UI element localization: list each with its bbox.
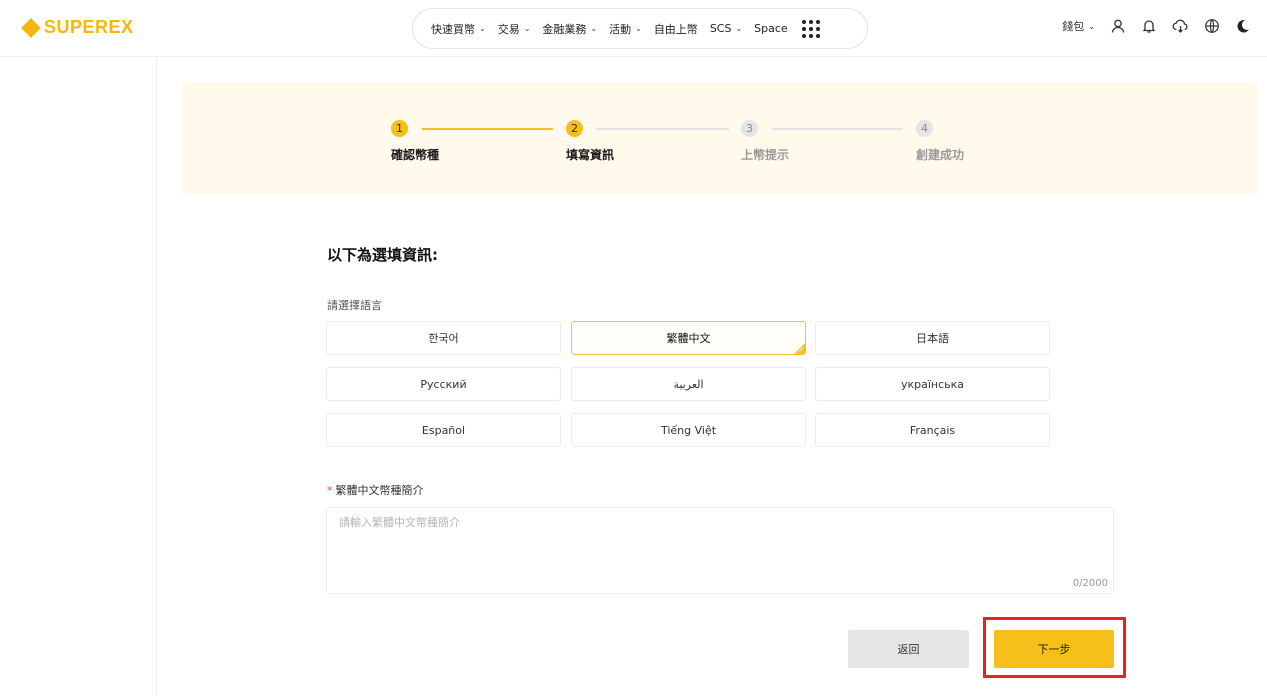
description-label: * 繁體中文幣種簡介 [327, 482, 424, 498]
step-number: 4 [916, 120, 933, 137]
description-field: 0/2000 [326, 507, 1114, 594]
language-option-spanish[interactable]: Español [326, 413, 561, 447]
character-counter: 0/2000 [1072, 578, 1108, 589]
nav-item-label: 自由上幣 [653, 22, 698, 36]
language-option-french[interactable]: Français [815, 413, 1050, 447]
step-label: 上幣提示 [741, 148, 790, 162]
bell-icon[interactable] [1141, 18, 1157, 34]
header-tools: 錢包 ⌄ [1062, 18, 1251, 34]
description-label-text: 繁體中文幣種簡介 [335, 484, 424, 497]
nav-item-activity[interactable]: 活動 ⌄ [609, 21, 642, 37]
check-icon: ✓ [798, 346, 804, 354]
language-option-label: العربية [673, 377, 704, 391]
language-option-label: українська [900, 377, 965, 391]
language-option-label: Français [909, 423, 956, 437]
step-connector [596, 128, 729, 130]
language-option-ukrainian[interactable]: українська [815, 367, 1050, 401]
nav-item-label: 交易 [497, 22, 520, 36]
description-textarea[interactable] [327, 508, 1113, 593]
language-option-label: Español [421, 423, 466, 437]
progress-steps: 1 確認幣種 2 填寫資訊 3 上幣提示 4 創建成功 [182, 82, 1258, 194]
back-button[interactable]: 返回 [848, 630, 969, 668]
language-option-label: 繁體中文 [666, 332, 711, 345]
wallet-menu[interactable]: 錢包 ⌄ [1062, 18, 1095, 34]
nav-item-label: 金融業務 [542, 22, 587, 36]
chevron-down-icon: ⌄ [479, 24, 486, 33]
step-4: 4 創建成功 [916, 120, 964, 162]
step-number: 2 [566, 120, 583, 137]
top-navigation-bar: SUPEREX 快速買幣 ⌄ 交易 ⌄ 金融業務 ⌄ 活動 ⌄ 自由上幣 SCS… [0, 0, 1267, 57]
language-option-japanese[interactable]: 日本語 [815, 321, 1050, 355]
step-number: 1 [391, 120, 408, 137]
step-label: 填寫資訊 [566, 148, 615, 162]
language-label: 請選擇語言 [327, 299, 382, 312]
superex-logo[interactable]: SUPEREX [21, 17, 134, 38]
step-label: 創建成功 [916, 148, 965, 162]
download-cloud-icon[interactable] [1172, 18, 1189, 34]
language-option-label: Русский [420, 377, 467, 391]
step-number: 3 [741, 120, 758, 137]
chevron-down-icon: ⌄ [635, 24, 642, 33]
step-connector [772, 128, 903, 130]
step-connector [422, 128, 553, 130]
wallet-label: 錢包 [1062, 20, 1085, 33]
section-title: 以下為選填資訊: [327, 246, 438, 264]
main-nav: 快速買幣 ⌄ 交易 ⌄ 金融業務 ⌄ 活動 ⌄ 自由上幣 SCS ⌄ Space [412, 8, 868, 49]
language-option-traditional-chinese[interactable]: 繁體中文 ✓ [571, 321, 806, 355]
chevron-down-icon: ⌄ [1088, 21, 1095, 31]
step-1: 1 確認幣種 [391, 120, 439, 162]
nav-item-label: Space [754, 22, 788, 35]
language-option-vietnamese[interactable]: Tiếng Việt [571, 413, 806, 447]
nav-item-label: 活動 [609, 22, 632, 36]
step-label: 確認幣種 [391, 148, 440, 162]
required-marker: * [327, 484, 333, 497]
nav-item-free-listing[interactable]: 自由上幣 [654, 21, 698, 37]
chevron-down-icon: ⌄ [735, 24, 743, 33]
language-option-label: 한국어 [428, 332, 459, 345]
chevron-down-icon: ⌄ [590, 24, 598, 33]
globe-icon[interactable] [1204, 18, 1220, 34]
grid-dots-icon[interactable] [801, 19, 820, 38]
language-option-label: Tiếng Việt [660, 423, 717, 437]
nav-item-finance[interactable]: 金融業務 ⌄ [542, 21, 597, 37]
logo-diamond-icon [21, 17, 41, 38]
moon-icon[interactable] [1235, 18, 1251, 34]
logo-text: SUPEREX [44, 17, 134, 37]
language-option-korean[interactable]: 한국어 [326, 321, 561, 355]
language-option-label: 日本語 [916, 332, 949, 345]
nav-item-space[interactable]: Space [754, 22, 788, 35]
nav-item-label: SCS [709, 22, 732, 35]
user-icon[interactable] [1110, 18, 1126, 34]
step-2: 2 填寫資訊 [566, 120, 614, 162]
language-option-russian[interactable]: Русский [326, 367, 561, 401]
next-step-button[interactable]: 下一步 [994, 630, 1114, 668]
nav-item-label: 快速買幣 [431, 22, 475, 36]
sidebar-divider [156, 57, 157, 696]
step-3: 3 上幣提示 [741, 120, 789, 162]
nav-item-quick-buy[interactable]: 快速買幣 ⌄ [431, 21, 486, 37]
nav-item-trade[interactable]: 交易 ⌄ [498, 21, 531, 37]
nav-item-scs[interactable]: SCS ⌄ [710, 22, 742, 35]
chevron-down-icon: ⌄ [523, 24, 531, 33]
language-option-arabic[interactable]: العربية [571, 367, 806, 401]
